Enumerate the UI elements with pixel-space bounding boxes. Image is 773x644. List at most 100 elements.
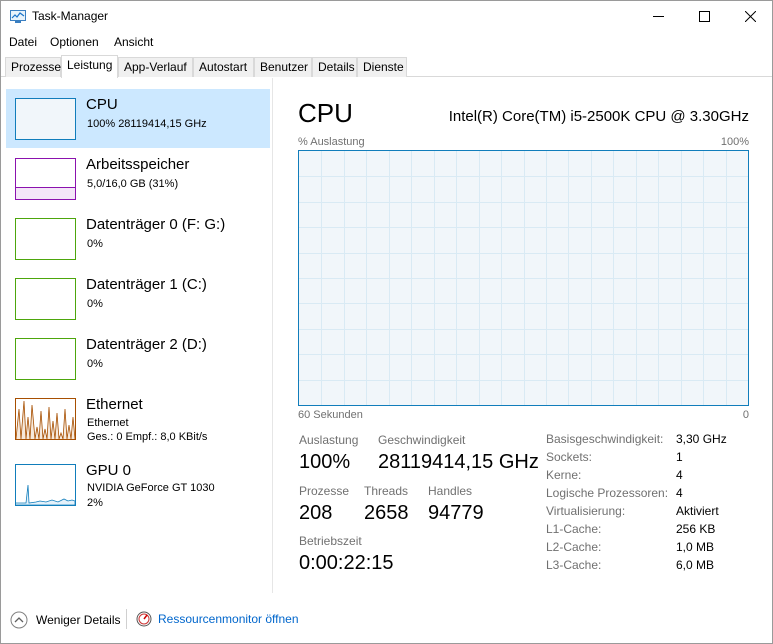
sidebar-item-detail: 0% <box>87 358 103 370</box>
fewer-details-label: Weniger Details <box>36 613 121 627</box>
info-virtualisierung-label: Virtualisierung: <box>546 504 626 518</box>
info-l1-cache-value: 256 KB <box>676 522 716 536</box>
sidebar-item-title: CPU <box>86 96 118 113</box>
stat-handles-value: 94779 <box>428 502 484 524</box>
menu-bar: Datei Optionen Ansicht <box>1 32 772 52</box>
page-title: CPU <box>298 98 353 128</box>
footer-divider <box>126 609 127 629</box>
minimize-button[interactable] <box>635 1 681 32</box>
sidebar-item-detail: Ethernet <box>87 417 129 429</box>
graph-y-max: 100% <box>720 136 749 148</box>
sidebar-item-detail-2: 2% <box>87 497 103 509</box>
graph-grid <box>299 151 748 405</box>
fewer-details-button[interactable]: Weniger Details <box>10 611 120 629</box>
graph-x-label: 60 Sekunden <box>298 409 363 421</box>
ethernet-thumbnail-graph <box>15 398 76 440</box>
task-manager-icon <box>10 10 26 23</box>
graph-y-label: % Auslastung <box>298 136 365 148</box>
sidebar-item-cpu[interactable]: CPU 100% 28119414,15 GHz <box>6 89 270 148</box>
stat-threads-label: Threads <box>364 484 409 498</box>
sidebar-item-detail: 0% <box>87 238 103 250</box>
disk1-thumbnail-graph <box>15 278 76 320</box>
info-virtualisierung-value: Aktiviert <box>676 504 719 518</box>
sidebar-item-detail: 0% <box>87 298 103 310</box>
sidebar-item-title: Arbeitsspeicher <box>86 156 190 173</box>
tab-dienste[interactable]: Dienste <box>357 57 407 77</box>
tab-leistung[interactable]: Leistung <box>61 55 118 78</box>
info-logische-prozessoren-value: 4 <box>676 486 683 500</box>
sidebar-item-ethernet[interactable]: Ethernet Ethernet Ges.: 0 Empf.: 8,0 KBi… <box>6 389 270 448</box>
sidebar-item-gpu[interactable]: GPU 0 NVIDIA GeForce GT 1030 2% <box>6 455 270 514</box>
disk0-thumbnail-graph <box>15 218 76 260</box>
stat-handles-label: Handles <box>428 484 473 498</box>
cpu-usage-graph <box>298 150 749 406</box>
tab-details[interactable]: Details <box>312 57 357 77</box>
info-l3-cache-value: 6,0 MB <box>676 558 715 572</box>
info-l1-cache-label: L1-Cache: <box>546 522 602 536</box>
resource-monitor-label: Ressourcenmonitor öffnen <box>158 612 299 626</box>
ethernet-activity-graph <box>16 400 75 439</box>
sidebar-item-detail-2: Ges.: 0 Empf.: 8,0 KBit/s <box>87 431 208 443</box>
sidebar-item-detail: NVIDIA GeForce GT 1030 <box>87 482 215 494</box>
maximize-icon <box>698 11 710 22</box>
tab-benutzer[interactable]: Benutzer <box>254 57 312 77</box>
sidebar-item-detail: 100% 28119414,15 GHz <box>87 118 207 130</box>
stat-geschwindigkeit-value: 28119414,15 GHz <box>378 451 539 473</box>
title-bar: Task-Manager <box>1 1 772 32</box>
stat-threads-value: 2658 <box>364 502 409 524</box>
resource-monitor-icon <box>136 611 152 627</box>
disk2-thumbnail-graph <box>15 338 76 380</box>
sidebar-item-title: Datenträger 1 (C:) <box>86 276 207 293</box>
window-title: Task-Manager <box>32 9 109 23</box>
info-logische-prozessoren-label: Logische Prozessoren: <box>546 486 669 500</box>
info-kerne-value: 4 <box>676 468 683 482</box>
memory-fill <box>16 186 75 199</box>
resource-sidebar: CPU 100% 28119414,15 GHz Arbeitsspeicher… <box>1 78 273 593</box>
menu-datei[interactable]: Datei <box>9 35 37 49</box>
close-icon <box>744 11 756 22</box>
menu-optionen[interactable]: Optionen <box>50 35 99 49</box>
stat-betriebszeit-label: Betriebszeit <box>299 534 362 548</box>
tab-autostart[interactable]: Autostart <box>193 57 254 77</box>
cpu-detail-panel: CPU Intel(R) Core(TM) i5-2500K CPU @ 3.3… <box>274 78 772 593</box>
resource-monitor-link[interactable]: Ressourcenmonitor öffnen <box>136 611 299 627</box>
sidebar-item-title: Ethernet <box>86 396 143 413</box>
cpu-thumbnail-graph <box>15 98 76 140</box>
info-basisgeschwindigkeit-label: Basisgeschwindigkeit: <box>546 432 664 446</box>
info-sockets-value: 1 <box>676 450 683 464</box>
gpu-activity-graph <box>16 484 75 505</box>
info-basisgeschwindigkeit-value: 3,30 GHz <box>676 432 727 446</box>
chevron-up-icon <box>10 611 28 629</box>
gpu-thumbnail-graph <box>15 464 76 506</box>
task-manager-window: Task-Manager Datei Optionen Ansicht Proz… <box>0 0 773 644</box>
sidebar-item-disk-0[interactable]: Datenträger 0 (F: G:) 0% <box>6 209 270 268</box>
info-l2-cache-value: 1,0 MB <box>676 540 715 554</box>
stat-prozesse-value: 208 <box>299 502 333 524</box>
info-l2-cache-label: L2-Cache: <box>546 540 602 554</box>
maximize-button[interactable] <box>681 1 727 32</box>
sidebar-item-memory[interactable]: Arbeitsspeicher 5,0/16,0 GB (31%) <box>6 149 270 208</box>
tab-prozesse[interactable]: Prozesse <box>5 57 61 77</box>
stat-auslastung-value: 100% <box>299 451 351 473</box>
minimize-icon <box>652 16 664 17</box>
menu-ansicht[interactable]: Ansicht <box>114 35 153 49</box>
footer-bar: Weniger Details Ressourcenmonitor öffnen <box>1 601 772 641</box>
memory-thumbnail-graph <box>15 158 76 200</box>
stat-betriebszeit-value: 0:00:22:15 <box>299 552 394 574</box>
info-l3-cache-label: L3-Cache: <box>546 558 602 572</box>
sidebar-item-title: Datenträger 2 (D:) <box>86 336 207 353</box>
info-sockets-label: Sockets: <box>546 450 593 464</box>
sidebar-item-disk-2[interactable]: Datenträger 2 (D:) 0% <box>6 329 270 388</box>
tab-app-verlauf[interactable]: App-Verlauf <box>118 57 193 77</box>
stat-auslastung-label: Auslastung <box>299 433 359 447</box>
stat-geschwindigkeit-label: Geschwindigkeit <box>378 433 466 447</box>
cpu-model-name: Intel(R) Core(TM) i5-2500K CPU @ 3.30GHz <box>448 108 749 125</box>
sidebar-item-detail: 5,0/16,0 GB (31%) <box>87 178 179 190</box>
graph-x-min: 0 <box>742 409 749 421</box>
sidebar-item-title: GPU 0 <box>86 462 132 479</box>
tab-bar: Prozesse Leistung App-Verlauf Autostart … <box>1 55 772 78</box>
info-kerne-label: Kerne: <box>546 468 582 482</box>
close-button[interactable] <box>727 1 773 32</box>
sidebar-item-disk-1[interactable]: Datenträger 1 (C:) 0% <box>6 269 270 328</box>
sidebar-item-title: Datenträger 0 (F: G:) <box>86 216 226 233</box>
